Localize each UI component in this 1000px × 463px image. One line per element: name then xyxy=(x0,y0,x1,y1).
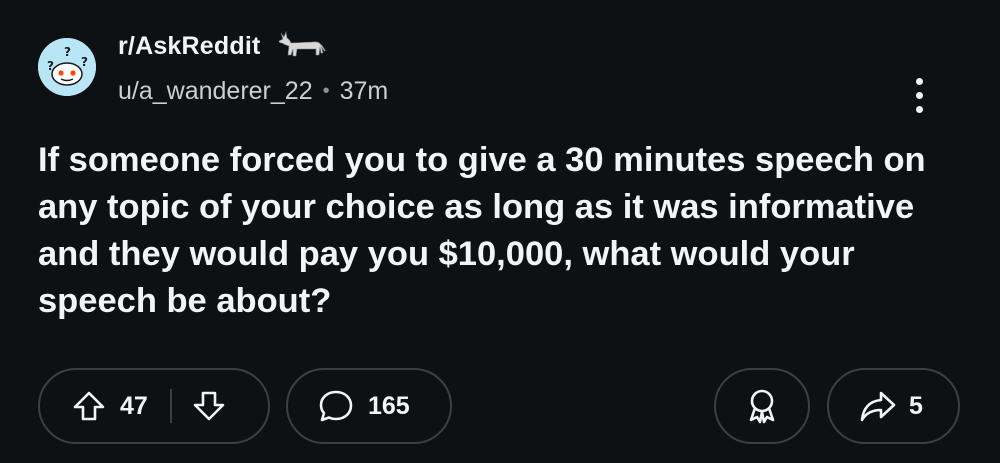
svg-text:?: ? xyxy=(64,45,71,59)
donkey-icon xyxy=(278,31,326,57)
vote-bar: 47 xyxy=(38,368,270,444)
share-button[interactable]: 5 xyxy=(827,368,960,444)
svg-text:?: ? xyxy=(81,55,88,69)
downvote-button[interactable] xyxy=(192,389,226,423)
author-name[interactable]: u/a_wanderer_22 xyxy=(118,77,313,106)
vote-divider xyxy=(169,389,172,423)
comment-count: 165 xyxy=(368,391,410,420)
downvote-arrow-icon xyxy=(192,389,226,423)
askreddit-snoo-icon: ? ? ? xyxy=(38,38,96,96)
upvote-button[interactable]: 47 xyxy=(72,389,148,423)
subreddit-row: r/AskReddit xyxy=(118,28,327,64)
post-header: ? ? ? r/AskReddit u/a_wanderer_22 • 37m xyxy=(38,28,968,113)
subreddit-avatar[interactable]: ? ? ? xyxy=(38,38,96,96)
share-count: 5 xyxy=(909,391,923,420)
post-meta: u/a_wanderer_22 • 37m xyxy=(118,75,388,107)
upvote-count: 47 xyxy=(120,391,148,420)
upvote-arrow-icon xyxy=(72,389,106,423)
more-vertical-icon[interactable] xyxy=(908,72,932,120)
comments-button[interactable]: 165 xyxy=(286,368,452,444)
post-title[interactable]: If someone forced you to give a 30 minut… xyxy=(38,137,958,325)
meta-separator: • xyxy=(322,79,330,102)
comment-bubble-icon xyxy=(318,388,354,424)
share-arrow-icon xyxy=(859,389,897,423)
subreddit-name[interactable]: r/AskReddit xyxy=(118,32,261,61)
post-time: 37m xyxy=(339,76,389,105)
award-button[interactable] xyxy=(714,368,810,444)
award-icon xyxy=(743,387,781,425)
svg-text:?: ? xyxy=(47,59,54,73)
